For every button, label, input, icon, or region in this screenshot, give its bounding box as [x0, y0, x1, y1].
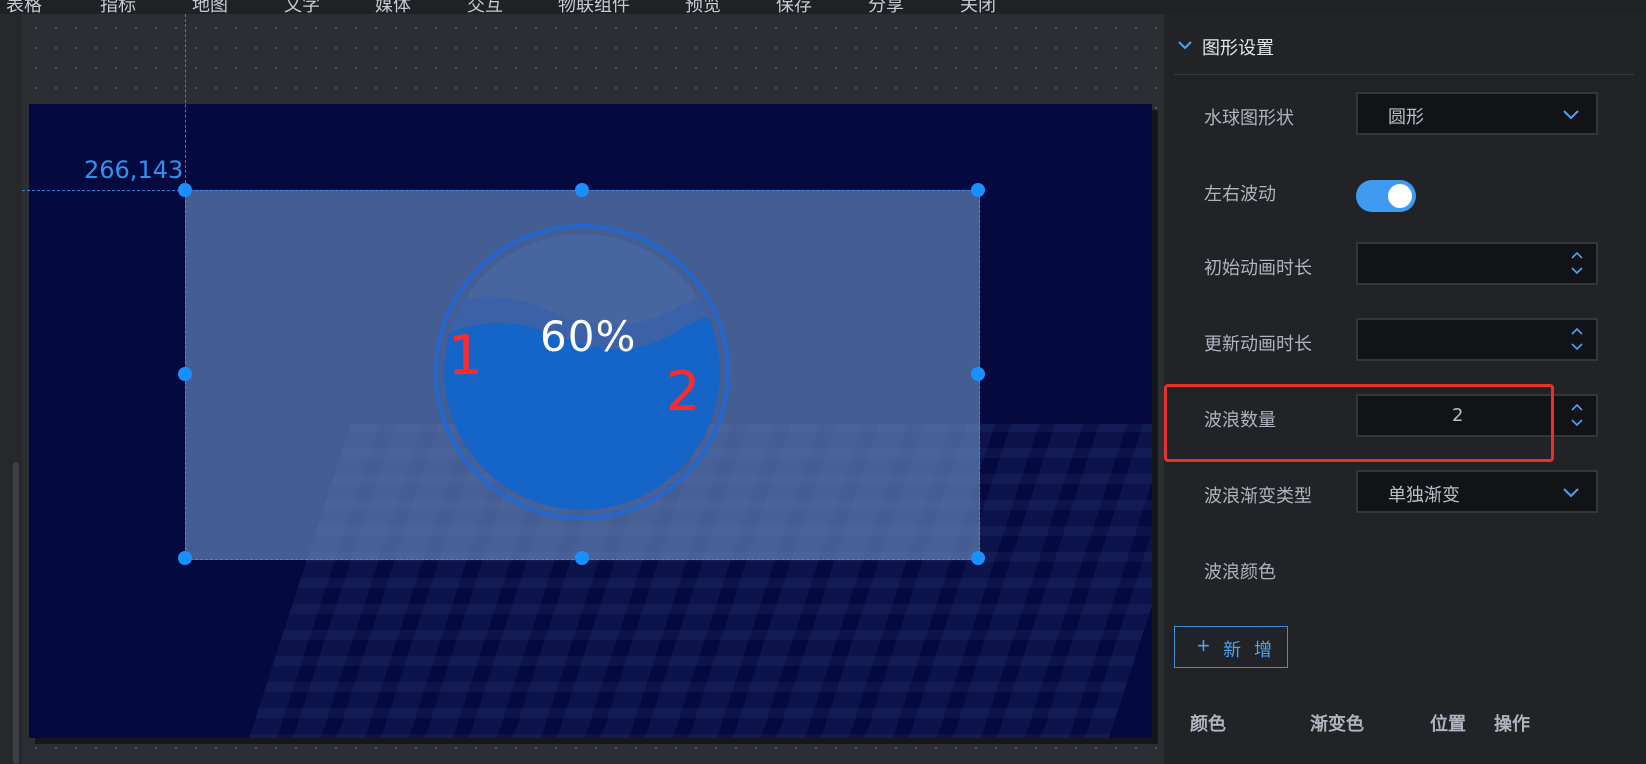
menu-item-save[interactable]: 保存: [776, 0, 812, 14]
chevron-up-icon[interactable]: [1570, 402, 1584, 412]
resize-handle-left[interactable]: [178, 367, 192, 381]
initial-anim-input[interactable]: [1356, 242, 1598, 285]
resize-handle-right[interactable]: [971, 367, 985, 381]
toggle-knob: [1388, 184, 1412, 208]
chevron-down-icon[interactable]: [1570, 266, 1584, 276]
position-readout: 266,143: [84, 156, 184, 184]
chevron-down-icon[interactable]: [1570, 418, 1584, 428]
table-header-position: 位置: [1430, 714, 1466, 735]
resize-handle-bottom[interactable]: [575, 551, 589, 565]
top-menu-bar: 表格 指标 地图 文字 媒体 交互 物联组件 预览 保存 分享 关闭: [0, 0, 1646, 14]
menu-item-interact[interactable]: 交互: [467, 0, 503, 14]
update-anim-label: 更新动画时长: [1204, 334, 1312, 355]
chevron-down-icon: [1178, 41, 1192, 50]
add-button-label: 新 增: [1223, 640, 1277, 660]
liquid-percent-label: 60%: [540, 312, 637, 361]
vertical-scrollbar[interactable]: [13, 462, 19, 764]
update-anim-input[interactable]: [1356, 318, 1598, 361]
menu-item-close[interactable]: 关闭: [960, 0, 996, 14]
menu-item-metric[interactable]: 指标: [100, 0, 136, 14]
menu-item-preview[interactable]: 预览: [685, 0, 721, 14]
resize-handle-top-left[interactable]: [178, 183, 192, 197]
shape-label: 水球图形状: [1204, 108, 1294, 129]
section-header[interactable]: 图形设置: [1174, 30, 1634, 75]
chevron-up-icon[interactable]: [1570, 326, 1584, 336]
resize-handle-bottom-left[interactable]: [178, 551, 192, 565]
horizontal-guide-line: [22, 190, 185, 191]
sway-label: 左右波动: [1204, 184, 1276, 205]
plus-icon: +: [1197, 633, 1210, 658]
table-header-gradient: 渐变色: [1310, 714, 1364, 735]
chevron-down-icon[interactable]: [1570, 342, 1584, 352]
menu-item-media[interactable]: 媒体: [375, 0, 411, 14]
vertical-guide-line: [185, 14, 186, 188]
initial-anim-stepper[interactable]: [1570, 250, 1584, 276]
add-button[interactable]: + 新 增: [1174, 626, 1288, 668]
wave-count-stepper[interactable]: [1570, 402, 1584, 428]
menu-item-iot[interactable]: 物联组件: [558, 0, 630, 14]
gradient-type-select[interactable]: 单独渐变: [1356, 470, 1598, 513]
annotation-1: 1: [448, 324, 483, 387]
gradient-type-value: 单独渐变: [1388, 485, 1460, 506]
table-header-actions: 操作: [1494, 714, 1530, 735]
table-header-color: 颜色: [1190, 714, 1226, 735]
resize-handle-top[interactable]: [575, 183, 589, 197]
annotation-2: 2: [666, 360, 701, 423]
menu-item-text[interactable]: 文字: [284, 0, 320, 14]
menu-item-map[interactable]: 地图: [192, 0, 228, 14]
shape-select-value: 圆形: [1388, 107, 1424, 128]
wave-color-label: 波浪颜色: [1204, 562, 1276, 583]
chevron-down-icon: [1563, 110, 1579, 120]
gradient-type-label: 波浪渐变类型: [1204, 486, 1312, 507]
resize-handle-bottom-right[interactable]: [971, 551, 985, 565]
wave-count-highlight: [1164, 384, 1554, 462]
chevron-up-icon[interactable]: [1570, 250, 1584, 260]
chevron-down-icon: [1563, 488, 1579, 498]
shape-select[interactable]: 圆形: [1356, 92, 1598, 135]
sway-toggle[interactable]: [1356, 180, 1416, 212]
menu-item-table[interactable]: 表格: [6, 0, 42, 14]
menu-item-share[interactable]: 分享: [868, 0, 904, 14]
section-title: 图形设置: [1202, 38, 1274, 59]
initial-anim-label: 初始动画时长: [1204, 258, 1312, 279]
resize-handle-top-right[interactable]: [971, 183, 985, 197]
update-anim-stepper[interactable]: [1570, 326, 1584, 352]
